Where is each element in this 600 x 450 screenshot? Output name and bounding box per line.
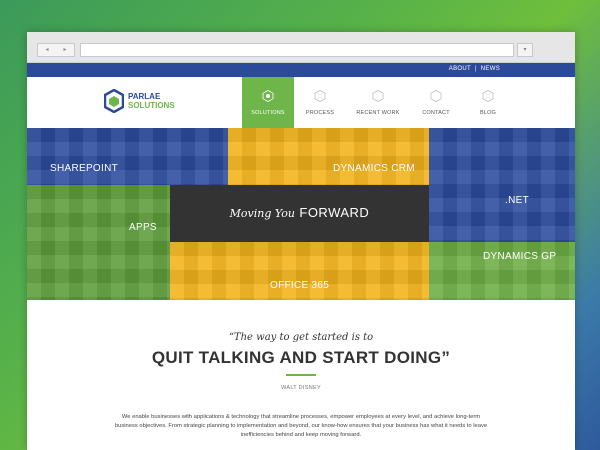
logo-text-secondary: SOLUTIONS	[128, 101, 175, 110]
nav-label: SOLUTIONS	[251, 110, 285, 116]
hexagon-icon	[482, 90, 494, 102]
browser-nav-buttons: ◂ ▸	[37, 43, 75, 57]
quote-author: WALT DISNEY	[281, 385, 321, 391]
address-bar[interactable]	[80, 43, 514, 57]
tile-label: DYNAMICS CRM	[333, 163, 415, 174]
tile-label: SHAREPOINT	[50, 163, 119, 174]
nav-item-solutions[interactable]: SOLUTIONS	[242, 77, 294, 128]
logo-text-primary: PARLAE	[128, 92, 161, 101]
tile-label: DYNAMICS GP	[483, 251, 557, 262]
quote-headline: QUIT TALKING AND START DOING”	[151, 348, 451, 367]
tile-label: APPS	[129, 222, 157, 233]
tile-label: OFFICE 365	[270, 280, 330, 291]
back-icon[interactable]: ◂	[45, 47, 48, 53]
tile-apps[interactable]: APPS	[27, 185, 170, 300]
divider	[286, 374, 316, 376]
tagline-script: Moving You	[229, 207, 295, 220]
news-link[interactable]: NEWS	[481, 66, 500, 72]
nav-item-blog[interactable]: BLOG	[462, 77, 514, 128]
tile-net[interactable]: .NET	[429, 128, 575, 242]
nav-label: PROCESS	[305, 110, 335, 116]
hexagon-icon	[372, 90, 384, 102]
hexagon-logo-icon	[104, 89, 124, 113]
utility-bar: ABOUT | NEWS	[27, 63, 575, 77]
tile-sharepoint[interactable]: SHAREPOINT	[27, 128, 228, 185]
intro-paragraph: We enable businesses with applications &…	[114, 414, 488, 438]
solutions-mosaic: SHAREPOINT DYNAMICS CRM .NET APPS OFFICE…	[27, 128, 575, 300]
quote-intro: “The way to get started is to	[228, 332, 374, 343]
tagline-banner: Moving You FORWARD	[170, 185, 429, 242]
tagline-bold: FORWARD	[299, 205, 370, 220]
about-link[interactable]: ABOUT	[449, 66, 471, 72]
logo[interactable]: PARLAE SOLUTIONS	[104, 89, 175, 113]
tile-label: .NET	[505, 195, 529, 206]
hexagon-icon	[314, 90, 326, 102]
nav-item-recent-work[interactable]: RECENT WORK	[346, 77, 410, 128]
nav-item-contact[interactable]: CONTACT	[410, 77, 462, 128]
nav-label: RECENT WORK	[356, 110, 400, 116]
main-nav: SOLUTIONS PROCESS RECENT WORK CONTACT BL…	[242, 77, 514, 128]
quote-section: “The way to get started is to QUIT TALKI…	[27, 300, 575, 450]
nav-item-process[interactable]: PROCESS	[294, 77, 346, 128]
browser-window: ◂ ▸ ▾ ABOUT | NEWS PARLAE SOLUTIONS SOLUTI…	[27, 32, 575, 450]
dropdown-icon[interactable]: ▾	[517, 43, 533, 57]
separator: |	[474, 66, 477, 72]
tile-dynamics-crm[interactable]: DYNAMICS CRM	[228, 128, 429, 185]
site-header: PARLAE SOLUTIONS SOLUTIONS PROCESS RECEN…	[27, 77, 575, 128]
tile-office-365[interactable]: OFFICE 365	[170, 242, 429, 300]
nav-label: BLOG	[479, 110, 497, 116]
nav-label: CONTACT	[422, 110, 450, 116]
hexagon-icon	[262, 90, 274, 102]
forward-icon[interactable]: ▸	[63, 47, 66, 53]
browser-toolbar: ◂ ▸ ▾	[27, 32, 575, 63]
tile-dynamics-gp[interactable]: DYNAMICS GP	[429, 242, 575, 300]
hexagon-icon	[430, 90, 442, 102]
